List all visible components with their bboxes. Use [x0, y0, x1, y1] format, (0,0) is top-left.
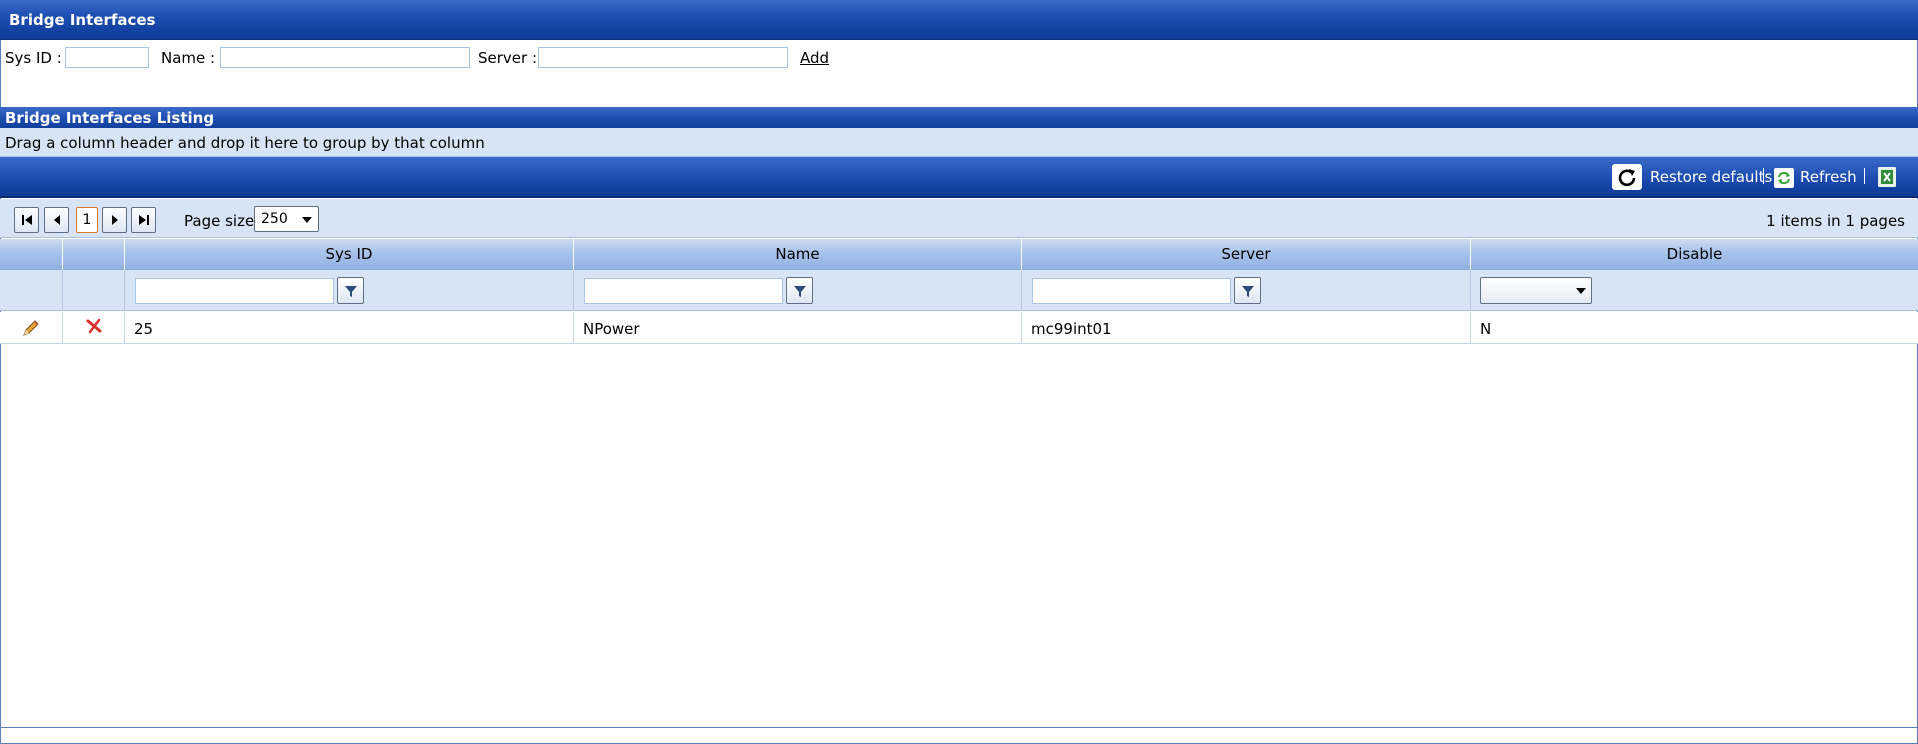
disable-filter-select[interactable] [1480, 277, 1592, 304]
page-size-select[interactable]: 250 [254, 206, 319, 232]
refresh-icon [1774, 168, 1794, 188]
column-header-name[interactable]: Name [574, 239, 1022, 270]
page-header: Bridge Interfaces [0, 0, 1918, 40]
column-header-sys-id[interactable]: Sys ID [125, 239, 574, 270]
server-cell: mc99int01 [1022, 312, 1471, 344]
previous-page-button[interactable] [44, 207, 69, 233]
sys-id-label: Sys ID : [5, 49, 62, 67]
toolbar-separator [1763, 168, 1764, 184]
sys-id-value: 25 [134, 320, 154, 338]
next-page-button[interactable] [102, 207, 127, 233]
add-link[interactable]: Add [800, 49, 829, 67]
export-excel-button[interactable] [1878, 164, 1898, 190]
group-panel[interactable]: Drag a column header and drop it here to… [0, 128, 1918, 157]
server-filter-input[interactable] [1032, 278, 1231, 304]
restore-defaults-button[interactable]: Restore defaults [1612, 164, 1772, 190]
previous-page-icon [53, 215, 60, 225]
sys-id-field[interactable] [65, 47, 149, 68]
refresh-button[interactable]: Refresh [1774, 164, 1857, 190]
server-label: Server : [478, 49, 538, 67]
filter-cell-empty [63, 270, 125, 311]
name-cell: NPower [574, 312, 1022, 344]
filter-icon [1241, 285, 1254, 297]
filter-cell-empty [0, 270, 63, 311]
command-toolbar: Restore defaults Refresh [0, 157, 1918, 198]
first-page-icon [21, 215, 32, 225]
toolbar-separator [1864, 168, 1865, 184]
server-filter-button[interactable] [1234, 277, 1261, 304]
delete-cell [63, 312, 125, 344]
add-form: Sys ID : Name : Server : Add [0, 47, 1000, 69]
delete-x-icon[interactable] [85, 317, 103, 339]
name-field[interactable] [220, 47, 470, 68]
last-page-button[interactable] [131, 207, 156, 233]
sys-id-cell: 25 [125, 312, 574, 344]
disable-cell: N [1471, 312, 1918, 344]
page-size-value: 250 [261, 211, 288, 227]
sys-id-filter-input[interactable] [135, 278, 334, 304]
listing-title: Bridge Interfaces Listing [5, 109, 215, 127]
grid-header: Sys ID Name Server Disable [0, 239, 1918, 270]
server-value: mc99int01 [1031, 320, 1112, 338]
page-title: Bridge Interfaces [9, 11, 156, 29]
filter-row [0, 270, 1918, 311]
first-page-button[interactable] [14, 207, 39, 233]
refresh-label: Refresh [1800, 168, 1857, 186]
sys-id-filter-button[interactable] [337, 277, 364, 304]
name-filter-button[interactable] [786, 277, 813, 304]
name-value: NPower [583, 320, 640, 338]
edit-cell [0, 312, 63, 344]
table-row: 25 NPower mc99int01 N [0, 312, 1918, 344]
edit-column-header [0, 239, 63, 270]
items-count-info: 1 items in 1 pages [1766, 212, 1905, 230]
chevron-down-icon [302, 217, 312, 223]
last-page-icon [138, 215, 149, 225]
listing-header: Bridge Interfaces Listing [0, 107, 1918, 128]
reload-icon [1612, 164, 1642, 190]
disable-value: N [1480, 320, 1492, 338]
export-excel-icon [1878, 167, 1896, 187]
name-filter-input[interactable] [584, 278, 783, 304]
grid-bottom-border [0, 727, 1918, 728]
name-label: Name : [161, 49, 216, 67]
chevron-down-icon [1576, 288, 1586, 294]
filter-icon [793, 285, 806, 297]
restore-defaults-label: Restore defaults [1650, 168, 1773, 186]
column-header-server[interactable]: Server [1022, 239, 1471, 270]
page-size-label: Page size: [184, 212, 260, 230]
edit-pencil-icon[interactable] [21, 318, 41, 342]
group-hint: Drag a column header and drop it here to… [5, 134, 485, 152]
server-field[interactable] [538, 47, 788, 68]
filter-icon [344, 285, 357, 297]
next-page-icon [111, 215, 118, 225]
column-header-disable[interactable]: Disable [1471, 239, 1918, 270]
delete-column-header [63, 239, 125, 270]
current-page-number[interactable]: 1 [76, 207, 98, 233]
